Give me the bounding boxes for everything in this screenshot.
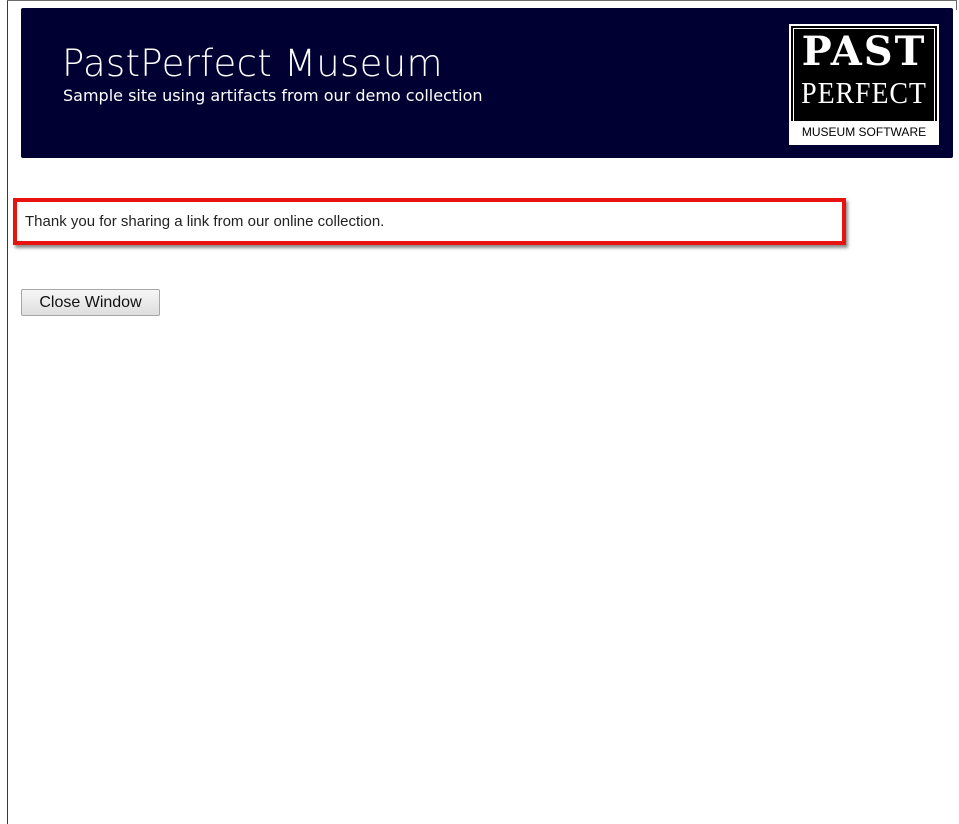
pastperfect-logo: PAST PERFECT MUSEUM SOFTWARE: [789, 24, 939, 145]
share-confirmation-message: Thank you for sharing a link from our on…: [25, 213, 385, 230]
close-window-button[interactable]: Close Window: [21, 289, 160, 316]
site-subtitle: Sample site using artifacts from our dem…: [63, 86, 483, 105]
window-top-edge: [7, 0, 957, 1]
window-left-edge: [7, 0, 8, 824]
site-header-banner: PastPerfect Museum Sample site using art…: [21, 8, 953, 158]
logo-line-museum-software: MUSEUM SOFTWARE: [791, 121, 937, 143]
logo-line-perfect: PERFECT: [801, 75, 927, 110]
site-title: PastPerfect Museum: [62, 42, 443, 85]
logo-line-past: PAST: [801, 28, 927, 75]
share-confirmation-highlight: Thank you for sharing a link from our on…: [13, 198, 846, 245]
window-right-edge: [956, 0, 957, 10]
